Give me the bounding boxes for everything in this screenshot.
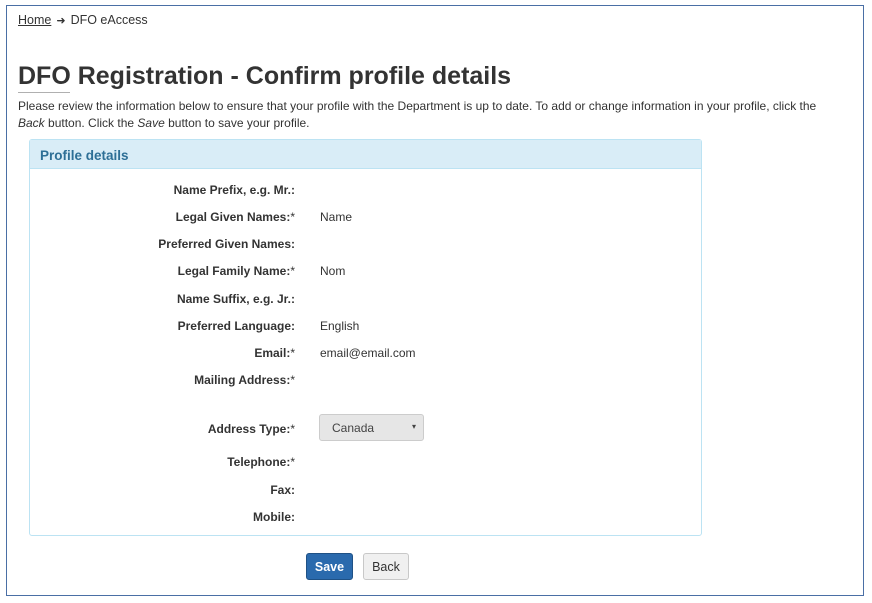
intro-text-part: button to save your profile. bbox=[164, 115, 310, 130]
save-button[interactable]: Save bbox=[306, 553, 353, 580]
field-row-mobile: Mobile: bbox=[30, 510, 701, 530]
required-marker: * bbox=[290, 264, 295, 278]
panel-heading: Profile details bbox=[30, 140, 701, 169]
title-underline bbox=[18, 92, 70, 93]
arrow-right-icon: ➜ bbox=[56, 15, 66, 27]
field-label-text: Mobile: bbox=[253, 510, 295, 524]
back-button[interactable]: Back bbox=[363, 553, 409, 580]
field-label: Email:* bbox=[254, 346, 295, 360]
required-marker: * bbox=[290, 346, 295, 360]
field-row-mailing-address: Mailing Address:* bbox=[30, 373, 701, 393]
field-label-text: Name Prefix, e.g. Mr.: bbox=[173, 183, 295, 197]
intro-text-part: button. Click the bbox=[44, 115, 138, 130]
field-label: Preferred Given Names: bbox=[158, 237, 295, 251]
field-row-legal-family-name: Legal Family Name:* Nom bbox=[30, 264, 701, 284]
field-label: Name Suffix, e.g. Jr.: bbox=[177, 292, 295, 306]
page-title: DFO Registration - Confirm profile detai… bbox=[18, 62, 512, 90]
field-label-text: Preferred Given Names: bbox=[158, 237, 295, 251]
field-label: Mailing Address:* bbox=[194, 373, 295, 387]
address-type-select[interactable]: Canada ▾ bbox=[319, 414, 424, 441]
intro-text-part: Please review the information below to e… bbox=[18, 99, 817, 113]
required-marker: * bbox=[290, 373, 295, 387]
field-label: Telephone:* bbox=[227, 455, 295, 469]
field-row-name-prefix: Name Prefix, e.g. Mr.: bbox=[30, 183, 701, 203]
field-label-text: Legal Family Name: bbox=[177, 264, 291, 278]
field-row-fax: Fax: bbox=[30, 483, 701, 503]
breadcrumb: Home ➜ DFO eAccess bbox=[18, 13, 148, 27]
field-label-text: Telephone: bbox=[227, 455, 291, 469]
page-frame: Home ➜ DFO eAccess DFO Registration - Conf… bbox=[6, 5, 864, 596]
field-row-name-suffix: Name Suffix, e.g. Jr.: bbox=[30, 292, 701, 312]
profile-details-panel: Profile details Name Prefix, e.g. Mr.: L… bbox=[29, 139, 702, 536]
field-label: Mobile: bbox=[253, 510, 295, 524]
field-value: email@email.com bbox=[320, 346, 416, 360]
chevron-down-icon: ▾ bbox=[411, 422, 416, 431]
field-label-text: Address Type: bbox=[207, 422, 291, 436]
field-label-text: Mailing Address: bbox=[194, 373, 291, 387]
field-label: Name Prefix, e.g. Mr.: bbox=[174, 183, 295, 197]
field-value: Nom bbox=[320, 264, 346, 278]
field-label-text: Fax: bbox=[270, 483, 295, 497]
field-value: English bbox=[320, 319, 360, 333]
field-label: Legal Given Names:* bbox=[176, 210, 295, 224]
field-label-text: Name Suffix, e.g. Jr.: bbox=[176, 292, 295, 306]
field-label: Address Type:* bbox=[208, 422, 295, 436]
field-row-legal-given-names: Legal Given Names:* Name bbox=[30, 210, 701, 230]
field-row-telephone: Telephone:* bbox=[30, 455, 701, 475]
field-row-email: Email:* email@email.com bbox=[30, 346, 701, 366]
field-label: Preferred Language: bbox=[178, 319, 295, 333]
panel-title: Profile details bbox=[40, 148, 129, 163]
field-row-preferred-language: Preferred Language: English bbox=[30, 319, 701, 339]
required-marker: * bbox=[290, 210, 295, 224]
field-row-address-type: Address Type:* Canada ▾ bbox=[30, 414, 701, 442]
field-label-text: Email: bbox=[254, 346, 291, 360]
address-type-selected-value: Canada bbox=[332, 421, 375, 435]
intro-text: Please review the information below to e… bbox=[18, 98, 838, 131]
field-row-preferred-given-names: Preferred Given Names: bbox=[30, 237, 701, 257]
breadcrumb-home-link[interactable]: Home bbox=[18, 13, 51, 27]
field-value: Name bbox=[320, 210, 353, 224]
breadcrumb-current: DFO eAccess bbox=[70, 13, 148, 27]
field-label-text: Preferred Language: bbox=[177, 319, 295, 333]
field-label: Legal Family Name:* bbox=[178, 264, 295, 278]
intro-save-emphasis: Save bbox=[137, 115, 165, 130]
required-marker: * bbox=[290, 422, 295, 436]
intro-back-emphasis: Back bbox=[18, 115, 45, 130]
field-label-text: Legal Given Names: bbox=[175, 210, 291, 224]
field-label: Fax: bbox=[270, 483, 295, 497]
required-marker: * bbox=[290, 455, 295, 469]
